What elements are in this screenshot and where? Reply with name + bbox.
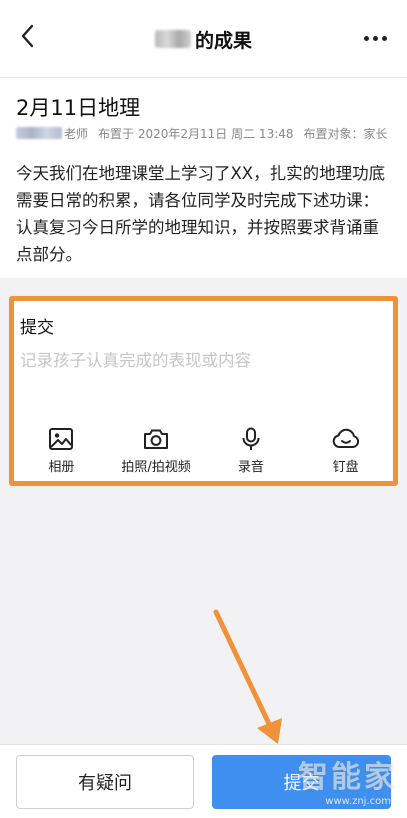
- camera-label: 拍照/拍视频: [121, 460, 191, 475]
- image-icon: [49, 428, 74, 450]
- attachment-toolbar: 相册 拍照/拍视频 录音 钉盘: [14, 427, 393, 481]
- target-value: 家长: [363, 126, 388, 141]
- record-audio-button[interactable]: 录音: [206, 427, 296, 475]
- submit-card: 提交 相册 拍照/拍视频: [9, 296, 398, 486]
- submit-card-title: 提交: [20, 318, 54, 338]
- page-title-text: 的成果: [194, 29, 252, 52]
- homework-title: 2月11日地理: [16, 96, 141, 120]
- cloud-icon: [332, 428, 359, 448]
- posted-time: 2020年2月11日 周二 13:48: [137, 126, 294, 141]
- posted-label: 布置于: [98, 126, 135, 141]
- submit-button[interactable]: 提交: [212, 755, 391, 809]
- homework-description: 今天我们在地理课堂上学习了XX，扎实的地理功底需要日常的积累，请各位同学及时完成…: [16, 164, 386, 264]
- question-button[interactable]: 有疑问: [16, 755, 194, 809]
- record-input[interactable]: [20, 345, 380, 375]
- bottom-action-bar: 有疑问 提交: [0, 744, 407, 818]
- more-dot: [372, 35, 378, 41]
- record-audio-label: 录音: [237, 460, 264, 475]
- album-button[interactable]: 相册: [16, 427, 106, 475]
- page-title: 的成果: [0, 24, 407, 54]
- more-options-button[interactable]: [359, 26, 391, 50]
- homework-meta: 老师 布置于 2020年2月11日 周二 13:48 布置对象： 家长: [16, 124, 388, 142]
- target-label: 布置对象：: [303, 126, 364, 141]
- more-horizontal-icon: [363, 35, 369, 41]
- camera-icon: [144, 429, 169, 449]
- ding-pan-label: 钉盘: [332, 460, 359, 475]
- ding-pan-button[interactable]: 钉盘: [301, 427, 391, 475]
- more-dot: [381, 35, 387, 41]
- homework-result-page: 的成果 2月11日地理 老师 布置于 2020年2月11日 周二 13:48 布…: [0, 0, 407, 818]
- blurred-teacher-name: [16, 127, 62, 139]
- teacher-suffix: 老师: [64, 126, 89, 141]
- camera-button[interactable]: 拍照/拍视频: [111, 427, 201, 475]
- homework-detail: 2月11日地理 老师 布置于 2020年2月11日 周二 13:48 布置对象：…: [0, 78, 407, 278]
- microphone-icon: [242, 427, 260, 450]
- blurred-student-name: [154, 30, 191, 48]
- top-nav-bar: 的成果: [0, 0, 407, 78]
- album-label: 相册: [48, 460, 75, 475]
